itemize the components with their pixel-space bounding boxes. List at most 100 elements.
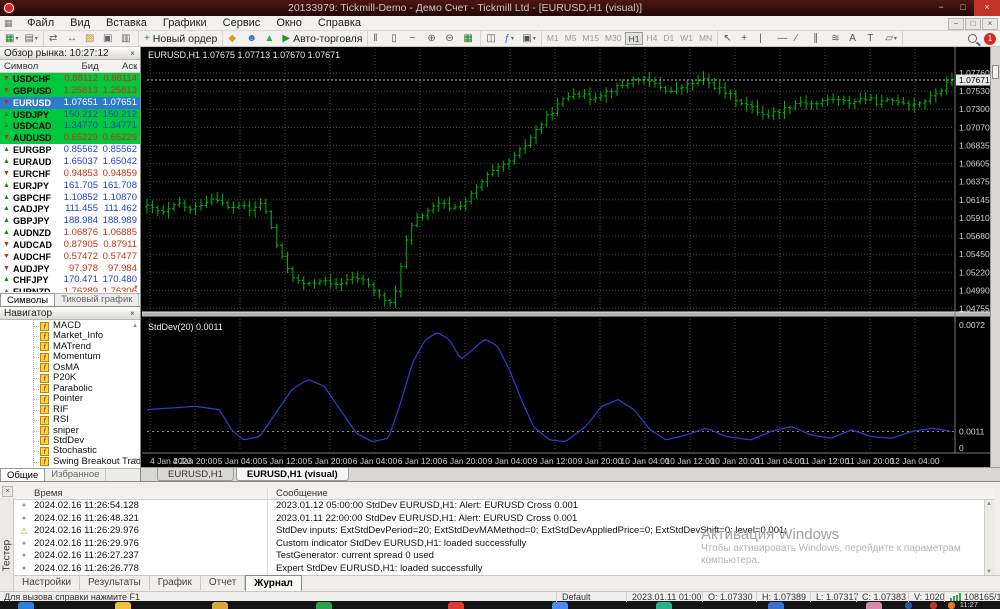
market-watch-row-eurjpy[interactable]: ▲ EURJPY 161.705 161.708 <box>0 179 140 192</box>
market-watch-row-euraud[interactable]: ▲ EURAUD 1.65037 1.65042 <box>0 155 140 168</box>
market-watch-row-audnzd[interactable]: ▲ AUDNZD 1.06876 1.06885 <box>0 227 140 240</box>
market-watch-row-audchf[interactable]: ▼ AUDCHF 0.57472 0.57477 <box>0 250 140 263</box>
taskbar-item-chrome[interactable] <box>552 602 568 609</box>
menu-item-file[interactable]: Файл <box>19 16 62 31</box>
tester-tab-journal[interactable]: Журнал <box>245 575 302 591</box>
toolbar-cursor-button[interactable]: ↖ <box>721 32 737 46</box>
taskbar-item-word[interactable] <box>905 602 912 609</box>
timeframe-m5-button[interactable]: M5 <box>562 32 580 45</box>
toolbar-label-button[interactable]: T <box>865 32 881 46</box>
timeframe-mn-button[interactable]: MN <box>696 32 715 45</box>
toolbar-channel-button[interactable]: ∥ <box>811 32 827 46</box>
windows-taskbar[interactable]: 11:27 <box>0 601 1000 609</box>
journal-row[interactable]: ● 2024.02.16 11:26:27.237 TestGenerator: c… <box>14 550 994 563</box>
journal-row[interactable]: ● 2024.02.16 11:26:54.128 2023.01.12 05:00… <box>14 500 994 513</box>
tab-symbols[interactable]: Символы <box>0 293 56 306</box>
child-close-button[interactable]: × <box>982 18 998 30</box>
window-maximize-button[interactable]: □ <box>952 0 974 16</box>
toolbar-bar-chart-mode-button[interactable]: ‖ <box>371 32 387 46</box>
toolbar-horizontal-line-button[interactable]: — <box>775 32 791 46</box>
market-watch-row-usdjpy[interactable]: ▲ USDJPY 150.212 150.212 <box>0 108 140 121</box>
taskbar-item-app-yellow[interactable] <box>212 602 228 609</box>
toolbar-auto-trading-button[interactable]: ▶ Авто-торговля <box>280 32 364 46</box>
notification-badge[interactable]: 1 <box>984 32 996 45</box>
chart-tab-eurusd-h1[interactable]: EURUSD,H1 <box>157 468 234 481</box>
market-watch-row-eurnzd[interactable]: ▲EURNZD 1.76289 1.76306 <box>0 286 140 292</box>
taskbar-item-app-blue[interactable] <box>768 602 784 609</box>
market-watch-row-audcad[interactable]: ▼ AUDCAD 0.87905 0.87911 <box>0 238 140 251</box>
close-icon[interactable]: × <box>127 308 138 319</box>
toolbar-candlestick-mode-button[interactable]: ▯ <box>389 32 405 46</box>
market-watch-row-gbpjpy[interactable]: ▲ GBPJPY 188.984 188.989 <box>0 215 140 228</box>
menu-item-window[interactable]: Окно <box>268 16 310 31</box>
tester-tab-results[interactable]: Результаты <box>80 576 150 590</box>
market-watch-row-cadjpy[interactable]: ▲ CADJPY 111.455 111.462 <box>0 203 140 216</box>
menu-item-charts[interactable]: Графики <box>155 16 215 31</box>
menu-item-insert[interactable]: Вставка <box>98 16 155 31</box>
navigator-item-swing-breakout-trading-fi[interactable]: f Swing Breakout Trading Fi <box>0 456 140 467</box>
window-close-button[interactable]: × <box>974 0 1000 16</box>
toolbar-trendline-button[interactable]: ∕ <box>793 32 809 46</box>
toolbar-fibonacci-button[interactable]: ≋ <box>829 32 845 46</box>
toolbar-periods-list-button[interactable]: ▣ ▾ <box>520 32 537 46</box>
toolbar-auto-scroll-button[interactable]: ↔ <box>65 32 81 46</box>
close-icon[interactable]: × <box>2 486 13 497</box>
tab-favorites[interactable]: Избранное <box>45 469 107 481</box>
tab-tick-chart[interactable]: Тиковый график <box>55 294 140 306</box>
toolbar-text-button[interactable]: A <box>847 32 863 46</box>
menu-item-service[interactable]: Сервис <box>215 16 269 31</box>
toolbar-market-button[interactable]: ◆ <box>226 32 242 46</box>
menu-item-help[interactable]: Справка <box>310 16 369 31</box>
timeframe-d1-button[interactable]: D1 <box>660 32 677 45</box>
market-watch-row-eurchf[interactable]: ▼ EURCHF 0.94853 0.94859 <box>0 167 140 180</box>
navigator-item-pointer[interactable]: f Pointer <box>0 394 140 405</box>
toolbar-vertical-line-button[interactable]: | <box>757 32 773 46</box>
navigator-item-rsi[interactable]: f RSI <box>0 415 140 426</box>
market-watch-row-gbpusd[interactable]: ▼ GBPUSD 1.25813 1.25813 <box>0 84 140 97</box>
journal-row[interactable]: ● 2024.02.16 11:26:26.778 Expert StdDev EU… <box>14 563 994 575</box>
market-watch-row-eurusd[interactable]: ▼ EURUSD 1.07651 1.07651 <box>0 96 140 109</box>
search-icon[interactable] <box>968 34 977 43</box>
timeframe-m1-button[interactable]: M1 <box>544 32 562 45</box>
tester-tab-graph[interactable]: График <box>150 576 201 590</box>
menu-item-view[interactable]: Вид <box>62 16 98 31</box>
market-watch-row-chfjpy[interactable]: ▲ CHFJPY 170.471 170.480 <box>0 274 140 287</box>
toolbar-shapes-button[interactable]: ▱ ▾ <box>883 32 899 46</box>
toolbar-crosshair-button[interactable]: + <box>739 32 755 46</box>
scroll-down-icon[interactable]: ▼ <box>132 458 138 464</box>
column-message[interactable]: Сообщение <box>276 488 328 499</box>
taskbar-item-paint[interactable] <box>866 602 882 609</box>
toolbar-line-chart-mode-button[interactable]: ~ <box>407 32 423 46</box>
toolbar-chart-shift-button[interactable]: ⇄ <box>47 32 63 46</box>
taskbar-item-start[interactable] <box>18 602 34 609</box>
timeframe-w1-button[interactable]: W1 <box>677 32 696 45</box>
toolbar-vps-button[interactable]: ▲ <box>262 32 278 46</box>
toolbar-new-chart-button[interactable]: ▦ ▾ <box>3 32 20 46</box>
market-watch-row-audusd[interactable]: ▼ AUDUSD 0.65229 0.65229 <box>0 132 140 145</box>
toolbar-new-order-button[interactable]: + Новый ордер <box>142 32 219 46</box>
toolbar-indicators-list-button[interactable]: ƒ ▾ <box>502 32 518 46</box>
column-symbol[interactable]: Символ <box>0 60 56 73</box>
navigator-item-rif[interactable]: f RIF <box>0 404 140 416</box>
toolbar-cascade-windows-button[interactable]: ▣ <box>101 32 117 46</box>
journal-row[interactable]: ● 2024.02.16 11:26:29.976 Custom indicator… <box>14 538 994 551</box>
market-watch-row-audjpy[interactable]: ▼ AUDJPY 97.978 97.984 <box>0 262 140 275</box>
column-time[interactable]: Время <box>34 488 63 499</box>
toolbar-tile-windows-button[interactable]: ▦ <box>461 32 477 46</box>
market-watch-row-gbpchf[interactable]: ▲ GBPCHF 1.10852 1.10870 <box>0 191 140 204</box>
child-restore-button[interactable]: □ <box>965 18 981 30</box>
market-watch-row-eurgbp[interactable]: ▲ EURGBP 0.85562 0.85562 <box>0 144 140 157</box>
toolbar-zoom-in-button[interactable]: ⊕ <box>425 32 441 46</box>
taskbar-item-opera[interactable] <box>448 602 464 609</box>
journal-row[interactable]: ⚠ 2024.02.16 11:26:29.976 StdDev inputs: E… <box>14 525 994 538</box>
scrollbar-thumb[interactable] <box>992 65 999 79</box>
child-minimize-button[interactable]: − <box>948 18 964 30</box>
taskbar-item-app-orange[interactable] <box>948 602 955 609</box>
market-watch-row-usdchf[interactable]: ▼ USDCHF 0.88112 0.88114 <box>0 73 140 85</box>
price-chart[interactable]: 1.077601.075301.073001.070701.068351.066… <box>142 47 990 467</box>
market-watch-row-usdcad[interactable]: ▲ USDCAD 1.34770 1.34771 <box>0 120 140 133</box>
taskbar-item-explorer[interactable] <box>115 602 131 609</box>
timeframe-m15-button[interactable]: M15 <box>580 32 603 45</box>
tester-tab-report[interactable]: Отчет <box>201 576 246 590</box>
toolbar-arrange-button[interactable]: ◫ <box>484 32 500 46</box>
